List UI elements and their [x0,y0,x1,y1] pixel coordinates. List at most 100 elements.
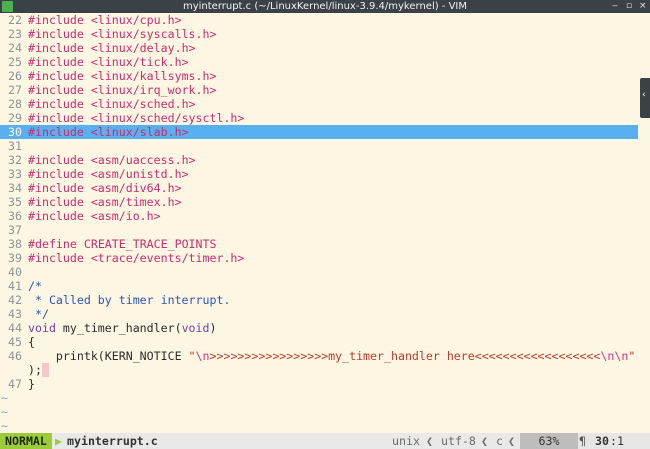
code-text: #include <linux/irq_work.h> [28,83,216,97]
code-line[interactable]: 47} [0,377,638,391]
code-line[interactable]: 45 { [0,335,638,349]
token-pre: #define [28,237,77,251]
code-line[interactable]: 24 #include <linux/delay.h> [0,41,638,55]
line-number: 37 [8,223,22,237]
line-number: 30 [8,125,22,139]
token-pre: #include [28,195,84,209]
separator-icon: ❮ [426,434,433,448]
code-line[interactable]: 44 void my_timer_handler(void) [0,321,638,335]
line-number: 34 [8,181,22,195]
code-line[interactable]: 29 #include <linux/sched/sysctl.h> [0,111,638,125]
line-number: 39 [8,251,22,265]
code-text: } [28,377,35,391]
token-e1: \n [195,349,210,363]
token-ty2: void [181,321,210,335]
token-pre: #include [28,153,84,167]
code-line[interactable]: 40 [0,265,638,279]
editor-buffer[interactable]: 22 #include <linux/cpu.h> 23 #include <linu… [0,13,638,433]
code-line[interactable]: 34 #include <asm/div64.h> [0,181,638,195]
code-text: * Called by timer interrupt. [28,293,230,307]
code-line[interactable]: 42 * Called by timer interrupt. [0,293,638,307]
token-pre: #include [28,209,84,223]
code-text: #include <linux/slab.h> [28,125,189,139]
code-text: #include <linux/sched/sysctl.h> [28,111,244,125]
mode-indicator: NORMAL [0,433,52,449]
window-title: myinterrupt.c (~/LinuxKernel/linux-3.9.4… [182,1,468,12]
close-icon[interactable]: × [639,0,647,13]
code-line[interactable]: 23 #include <linux/syscalls.h> [0,27,638,41]
line-number: 38 [8,237,22,251]
token-nm: { [28,335,35,349]
token-arg: <asm/uaccess.h> [83,153,196,167]
token-pre: #include [28,167,84,181]
token-pre: #include [28,97,84,111]
minimize-icon[interactable]: ‒ [612,0,618,13]
status-percent: 63% [520,433,578,449]
code-text: */ [28,307,49,321]
code-line[interactable]: 31 [0,139,638,153]
code-line[interactable]: 25 #include <linux/tick.h> [0,55,638,69]
token-s3: " [628,349,636,363]
token-nm2: ) [209,321,217,335]
status-position: ¶ 30 :1 [578,433,650,449]
line-number: 47 [8,377,22,391]
line-number: 25 [8,55,22,69]
code-text: #include <linux/delay.h> [28,41,196,55]
code-line[interactable]: 46 printk(KERN_NOTICE "\n>>>>>>>>>>>>>>>… [0,349,638,363]
code-text: #include <trace/events/timer.h> [28,251,244,265]
sidebar-toggle-button[interactable]: ‹ [640,78,650,118]
code-text: #include <asm/io.h> [28,209,161,223]
token-arg: CREATE_TRACE_POINTS [76,237,217,251]
token-arg: <linux/sched.h> [83,97,196,111]
token-pre: #include [28,125,84,139]
separator-icon: ❮ [508,434,515,448]
code-line[interactable]: 37 [0,223,638,237]
code-line[interactable]: 41 /* [0,279,638,293]
code-line[interactable]: 26 #include <linux/kallsyms.h> [0,69,638,83]
code-text: #include <asm/timex.h> [28,195,182,209]
code-text: #include <linux/syscalls.h> [28,27,216,41]
code-line[interactable]: 43 */ [0,307,638,321]
line-number: 24 [8,41,22,55]
token-e2: \n\n [600,349,629,363]
code-line[interactable]: 39 #include <trace/events/timer.h> [0,251,638,265]
line-number: 43 [8,307,22,321]
token-nm: } [28,377,35,391]
restore-icon[interactable]: ▫ [626,0,632,13]
code-line[interactable]: 28 #include <linux/sched.h> [0,97,638,111]
cursor-line[interactable]: 30 #include <linux/slab.h> [0,125,638,139]
token-pre: #include [28,251,84,265]
line-number: 44 [8,321,22,335]
code-line[interactable]: 32 #include <asm/uaccess.h> [0,153,638,167]
code-text: printk(KERN_NOTICE "\n>>>>>>>>>>>>>>>>>m… [28,349,635,363]
code-line[interactable]: 38 #define CREATE_TRACE_POINTS [0,237,638,251]
line-number: 22 [8,13,22,27]
code-line[interactable]: 35 #include <asm/timex.h> [0,195,638,209]
status-line: NORMAL ▶ myinterrupt.c unix ❮ utf-8 ❮ c … [0,433,650,449]
code-text: #define CREATE_TRACE_POINTS [28,237,216,251]
code-text: /* [28,279,42,293]
code-line[interactable]: 36 #include <asm/io.h> [0,209,638,223]
code-line[interactable]: 33 #include <asm/unistd.h> [0,167,638,181]
line-number: 35 [8,195,22,209]
line-number: 40 [8,265,22,279]
token-pre: #include [28,55,84,69]
token-pre: #include [28,41,84,55]
token-arg: <linux/cpu.h> [83,13,182,27]
code-text: { [28,335,35,349]
separator-arrow-icon: ▶ [55,434,62,448]
line-number: 36 [8,209,22,223]
token-cm: /* [28,279,42,293]
code-line[interactable]: 27 #include <linux/irq_work.h> [0,83,638,97]
token-arg: <trace/events/timer.h> [83,251,245,265]
code-line[interactable]: 22 #include <linux/cpu.h> [0,13,638,27]
code-text: #include <linux/sched.h> [28,97,196,111]
code-line[interactable]: ); [0,363,638,377]
window-titlebar: myinterrupt.c (~/LinuxKernel/linux-3.9.4… [0,0,650,13]
token-arg: <linux/slab.h> [83,125,189,139]
line-number: 33 [8,167,22,181]
empty-line-marker: ~ [1,405,8,419]
empty-line-marker: ~ [1,419,8,433]
token-arg: <linux/irq_work.h> [83,83,217,97]
code-text: #include <linux/cpu.h> [28,13,182,27]
